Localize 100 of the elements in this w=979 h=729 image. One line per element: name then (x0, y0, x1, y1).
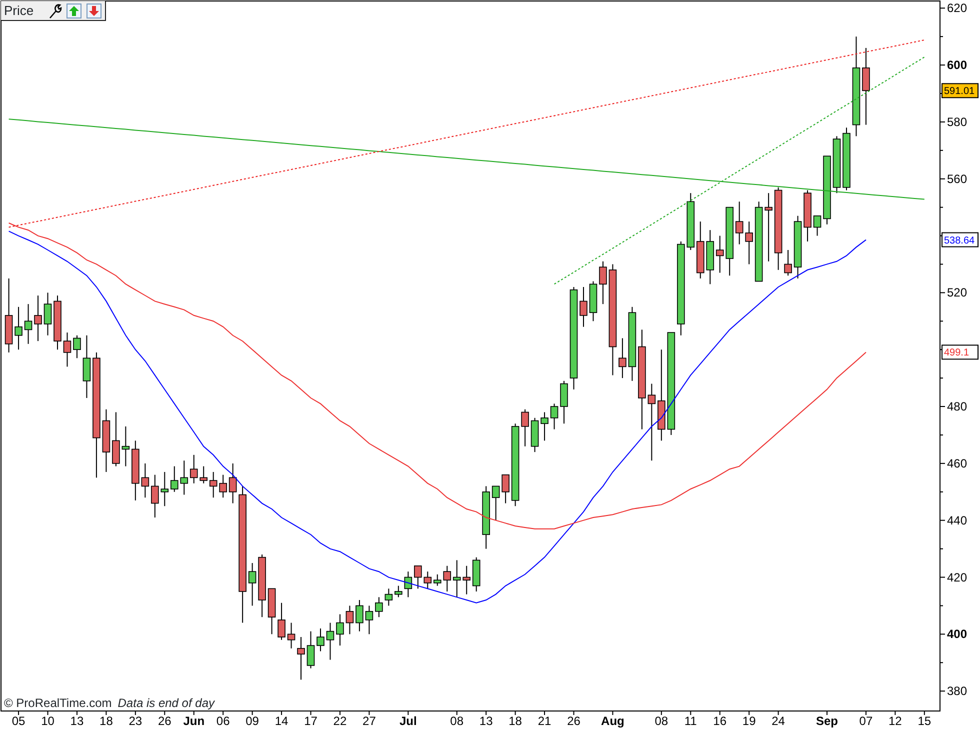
candlestick (842, 127, 850, 191)
axis-label: 16 (713, 714, 727, 728)
candlestick (190, 454, 198, 484)
axis-label: 09 (246, 714, 259, 728)
candlestick (73, 334, 81, 359)
axis-label: 13 (479, 714, 493, 728)
candlestick (813, 215, 822, 236)
price-value: 591.01 (944, 86, 975, 98)
axis-label: 15 (918, 714, 932, 728)
axis-label: 480 (947, 400, 968, 414)
candlestick (550, 403, 558, 430)
candlestick (726, 206, 734, 276)
candlestick (686, 192, 695, 250)
axis-label: 440 (947, 513, 968, 528)
candlestick (599, 260, 607, 305)
candlestick (696, 221, 704, 279)
candlestick (375, 596, 383, 618)
candlestick (268, 588, 276, 635)
candlestick (14, 306, 22, 350)
candlestick (452, 560, 461, 598)
axis-label: 460 (947, 456, 968, 470)
axis-label: 19 (742, 714, 756, 728)
candlestick (151, 474, 159, 518)
axis-label: 18 (100, 714, 113, 728)
candlestick (160, 471, 169, 507)
candlestick (287, 622, 296, 649)
axis-label: 380 (947, 684, 968, 698)
axis-label: 13 (70, 714, 84, 728)
candlestick (492, 486, 500, 521)
axis-label: 620 (947, 1, 968, 16)
candlestick (365, 605, 374, 635)
candlestick (132, 440, 140, 501)
candlestick (764, 192, 772, 262)
axis-label: Aug (601, 714, 624, 728)
axis-label: Jul (400, 714, 417, 728)
axis-label: 27 (362, 714, 376, 728)
candlestick (278, 602, 286, 640)
candlestick (122, 426, 130, 467)
candlestick (384, 588, 393, 606)
candlestick (832, 136, 841, 194)
axis-label: 08 (654, 714, 668, 728)
down-arrow-icon[interactable] (86, 2, 102, 18)
axis-label: 10 (41, 714, 54, 728)
candlestick (228, 462, 237, 504)
candlestick (24, 304, 32, 344)
candlestick (414, 565, 422, 590)
candlestick (102, 408, 110, 472)
candlestick (209, 471, 218, 498)
wrench-icon[interactable] (48, 2, 62, 18)
candlestick (735, 201, 744, 245)
axis-label: Jun (183, 714, 205, 728)
axis-label: 11 (684, 714, 697, 728)
axis-label: 12 (888, 714, 902, 728)
axis-label: 26 (567, 714, 580, 728)
axis-label: 600 (947, 58, 968, 72)
candlestick (482, 486, 490, 550)
candlestick (462, 565, 470, 595)
axis-label: 08 (450, 714, 464, 728)
axis-label: 400 (947, 627, 968, 642)
candlestick (433, 574, 442, 586)
data-note: Data is end of day (118, 696, 214, 710)
price-value: 538.64 (944, 235, 975, 246)
candlestick (589, 280, 598, 322)
candlestick (336, 614, 344, 646)
candlestick (560, 380, 568, 424)
candlestick (502, 474, 510, 504)
candlestick (521, 408, 529, 447)
candlestick (443, 565, 452, 592)
candlestick (248, 562, 256, 606)
candlestick (326, 622, 334, 660)
candlestick (745, 221, 753, 265)
candlestick (170, 466, 178, 492)
axis-label: 05 (12, 714, 26, 728)
candlestick (219, 474, 227, 498)
candlestick (424, 571, 432, 590)
axis-label: 560 (947, 172, 968, 186)
candlestick (316, 628, 324, 652)
candlestick (794, 215, 802, 279)
axis-label: 26 (158, 714, 172, 728)
candlestick (472, 556, 480, 592)
axis-label: 17 (304, 714, 318, 728)
axis-label: 21 (538, 714, 552, 728)
axis-label: 14 (274, 714, 288, 728)
candlestick (346, 605, 354, 635)
candlestick (258, 554, 266, 618)
candlestick (297, 636, 305, 680)
axis-label: 22 (333, 714, 347, 728)
price-value: 499.1 (944, 348, 970, 359)
axis-label: 520 (947, 286, 968, 300)
candlestick (618, 338, 626, 379)
candlestick (540, 412, 548, 442)
axis-label: 18 (508, 714, 522, 728)
candlestick (141, 462, 150, 498)
axis-label: 23 (128, 714, 142, 728)
candlestick (200, 466, 208, 484)
candlestick (784, 250, 792, 276)
candlestick (112, 412, 120, 467)
axis-label: 420 (947, 570, 968, 584)
panel-title: Price (4, 2, 34, 20)
candlestick (63, 332, 72, 368)
